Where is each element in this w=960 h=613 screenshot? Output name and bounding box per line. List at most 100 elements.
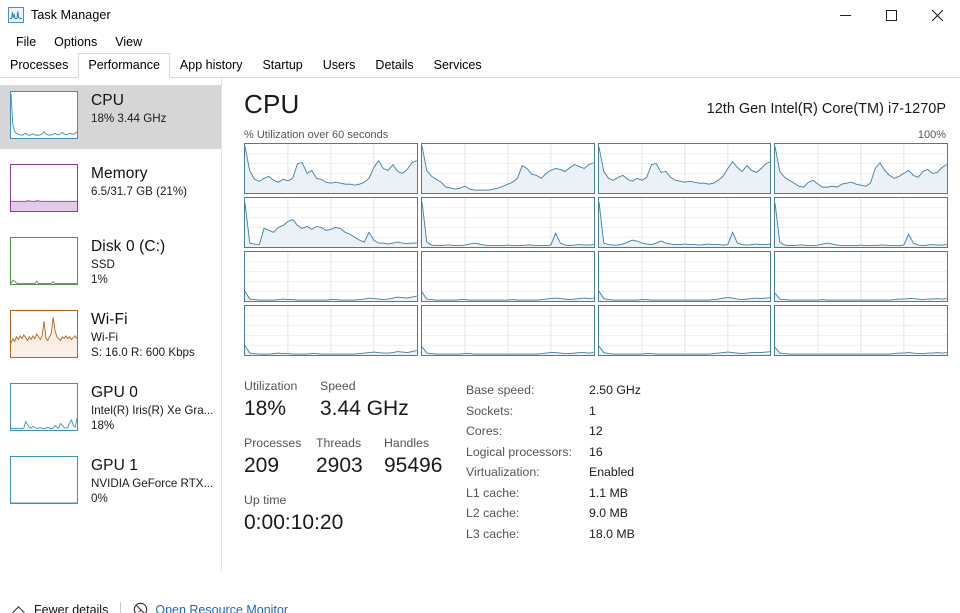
spec-key: Virtualization: — [466, 465, 540, 479]
stat-value-speed: 3.44 GHz — [320, 397, 409, 420]
fewer-details-label: Fewer details — [34, 602, 109, 613]
spec-row: L2 cache: 9.0 MB — [466, 503, 948, 524]
cpu-core-graph — [420, 143, 595, 194]
spec-value: 2.50 GHz — [589, 383, 641, 397]
spec-row: L3 cache: 18.0 MB — [466, 524, 948, 545]
resource-monitor-label: Open Resource Monitor — [155, 602, 289, 613]
panel-header: CPU 12th Gen Intel(R) Core(TM) i7-1270P — [244, 88, 948, 120]
spec-key: L2 cache: — [466, 506, 520, 520]
sidebar-item-title: Memory — [91, 165, 148, 182]
menu-item-file[interactable]: File — [7, 32, 45, 52]
cpu-core-graph — [244, 197, 418, 248]
cpu-core-graph — [244, 143, 418, 194]
sidebar-item-text: Memory 6.5/31.7 GB (21%) — [91, 164, 187, 199]
sidebar-item-cpu[interactable]: CPU 18% 3.44 GHz — [0, 85, 222, 149]
stat-label-speed: Speed — [320, 379, 356, 393]
cpu-model-name: 12th Gen Intel(R) Core(TM) i7-1270P — [706, 101, 946, 117]
sidebar-thumbnail-5 — [10, 456, 78, 504]
tab-processes[interactable]: Processes — [0, 53, 79, 78]
tab-performance[interactable]: Performance — [78, 53, 170, 78]
status-bar: Fewer details Open Resource Monitor — [0, 583, 960, 613]
sidebar-item-sub1: Wi-Fi — [91, 331, 119, 344]
sidebar-item-text: GPU 1 NVIDIA GeForce RTX... 0% — [91, 456, 213, 506]
sidebar-item-sub1: 18% 3.44 GHz — [91, 112, 167, 125]
spec-row: Logical processors: 16 — [466, 442, 948, 463]
cpu-spec-list: Base speed: 2.50 GHz Sockets: 1 Cores: 12 Logi… — [466, 378, 948, 544]
menu-item-view[interactable]: View — [106, 32, 151, 52]
sidebar-item-gpu-1[interactable]: GPU 1 NVIDIA GeForce RTX... 0% — [0, 450, 222, 514]
stat-row-processes-threads-handles: Processes 209 Threads 2903 Handles 95496 — [244, 435, 466, 479]
stat-speed: Speed 3.44 GHz — [320, 378, 409, 422]
sidebar-item-sub1: SSD — [91, 258, 115, 271]
maximize-button[interactable] — [868, 0, 914, 30]
spec-key: Base speed: — [466, 383, 535, 397]
sidebar-item-title: CPU — [91, 92, 125, 109]
stat-label-utilization: Utilization — [244, 379, 298, 393]
spec-key: Cores: — [466, 424, 503, 438]
tab-app-history[interactable]: App history — [169, 53, 253, 78]
spec-row: Cores: 12 — [466, 421, 948, 442]
cpu-core-graph — [597, 143, 772, 194]
fewer-details-button[interactable]: Fewer details — [12, 603, 108, 613]
spec-row: Sockets: 1 — [466, 401, 948, 422]
sidebar-item-sub1: NVIDIA GeForce RTX... — [91, 477, 214, 490]
spec-value: 12 — [589, 424, 603, 438]
graph-caption: % Utilization over 60 seconds — [244, 129, 389, 141]
close-button[interactable] — [914, 0, 960, 30]
stat-row-uptime: Up time 0:00:10:20 — [244, 492, 466, 536]
menu-item-options[interactable]: Options — [45, 32, 106, 52]
sidebar-item-gpu-0[interactable]: GPU 0 Intel(R) Iris(R) Xe Gra... 18% — [0, 377, 222, 441]
stat-threads: Threads 2903 — [316, 435, 384, 479]
sidebar-item-disk-0-c[interactable]: Disk 0 (C:) SSD 1% — [0, 231, 222, 295]
task-manager-icon — [8, 7, 24, 23]
tab-startup[interactable]: Startup — [252, 53, 313, 78]
resource-sidebar: CPU 18% 3.44 GHz Memory 6.5/31.7 GB (21%) Di… — [0, 78, 222, 583]
stat-handles: Handles 95496 — [384, 435, 442, 479]
stat-value-uptime: 0:00:10:20 — [244, 511, 344, 534]
sidebar-item-sub2: S: 16.0 R: 600 Kbps — [91, 346, 195, 359]
stat-label-processes: Processes — [244, 436, 302, 450]
stat-label-uptime: Up time — [244, 493, 287, 507]
sidebar-item-sub2: 0% — [91, 492, 108, 505]
sidebar-thumbnail-0 — [10, 91, 78, 139]
sidebar-item-wi-fi[interactable]: Wi-Fi Wi-Fi S: 16.0 R: 600 Kbps — [0, 304, 222, 368]
logical-processor-grid — [244, 143, 948, 356]
cpu-core-graph — [774, 143, 948, 194]
cpu-core-graph — [420, 197, 595, 248]
sidebar-thumbnail-1 — [10, 164, 78, 212]
tab-details[interactable]: Details — [365, 53, 424, 78]
stat-row-utilization-speed: Utilization 18% Speed 3.44 GHz — [244, 378, 466, 422]
spec-key: L3 cache: — [466, 526, 520, 541]
sidebar-item-title: Disk 0 (C:) — [91, 238, 166, 255]
spec-row: Base speed: 2.50 GHz — [466, 380, 948, 401]
spec-value: 18.0 MB — [589, 526, 635, 541]
tab-services[interactable]: Services — [423, 53, 492, 78]
stat-value-utilization: 18% — [244, 397, 287, 420]
graph-axis-labels: % Utilization over 60 seconds 100% — [244, 129, 948, 141]
spec-value: 16 — [589, 444, 603, 459]
cpu-core-graph — [420, 251, 595, 302]
spec-key: L1 cache: — [466, 485, 520, 500]
page-title: CPU — [244, 89, 300, 119]
spec-value: 1.1 MB — [589, 485, 628, 500]
stat-value-processes: 209 — [244, 454, 280, 477]
cpu-core-graph — [597, 251, 772, 302]
title-bar: Task Manager — [0, 0, 960, 30]
tab-users[interactable]: Users — [312, 53, 366, 78]
spec-value: Enabled — [589, 465, 635, 479]
sidebar-item-sub2: 1% — [91, 273, 108, 286]
cpu-core-graph — [774, 197, 948, 248]
window-title: Task Manager — [31, 8, 111, 22]
stat-label-handles: Handles — [384, 436, 430, 450]
sidebar-item-text: GPU 0 Intel(R) Iris(R) Xe Gra... 18% — [91, 383, 213, 433]
cpu-core-graph — [774, 251, 948, 302]
sidebar-item-text: Disk 0 (C:) SSD 1% — [91, 237, 165, 287]
menu-bar: File Options View — [0, 30, 960, 53]
spec-row: L1 cache: 1.1 MB — [466, 483, 948, 504]
open-resource-monitor-link[interactable]: Open Resource Monitor — [133, 602, 288, 613]
minimize-button[interactable] — [822, 0, 868, 30]
cpu-core-graph — [774, 305, 948, 356]
stats-area: Utilization 18% Speed 3.44 GHz Processes… — [244, 378, 948, 544]
sidebar-item-memory[interactable]: Memory 6.5/31.7 GB (21%) — [0, 158, 222, 222]
sidebar-item-text: Wi-Fi Wi-Fi S: 16.0 R: 600 Kbps — [91, 310, 195, 360]
